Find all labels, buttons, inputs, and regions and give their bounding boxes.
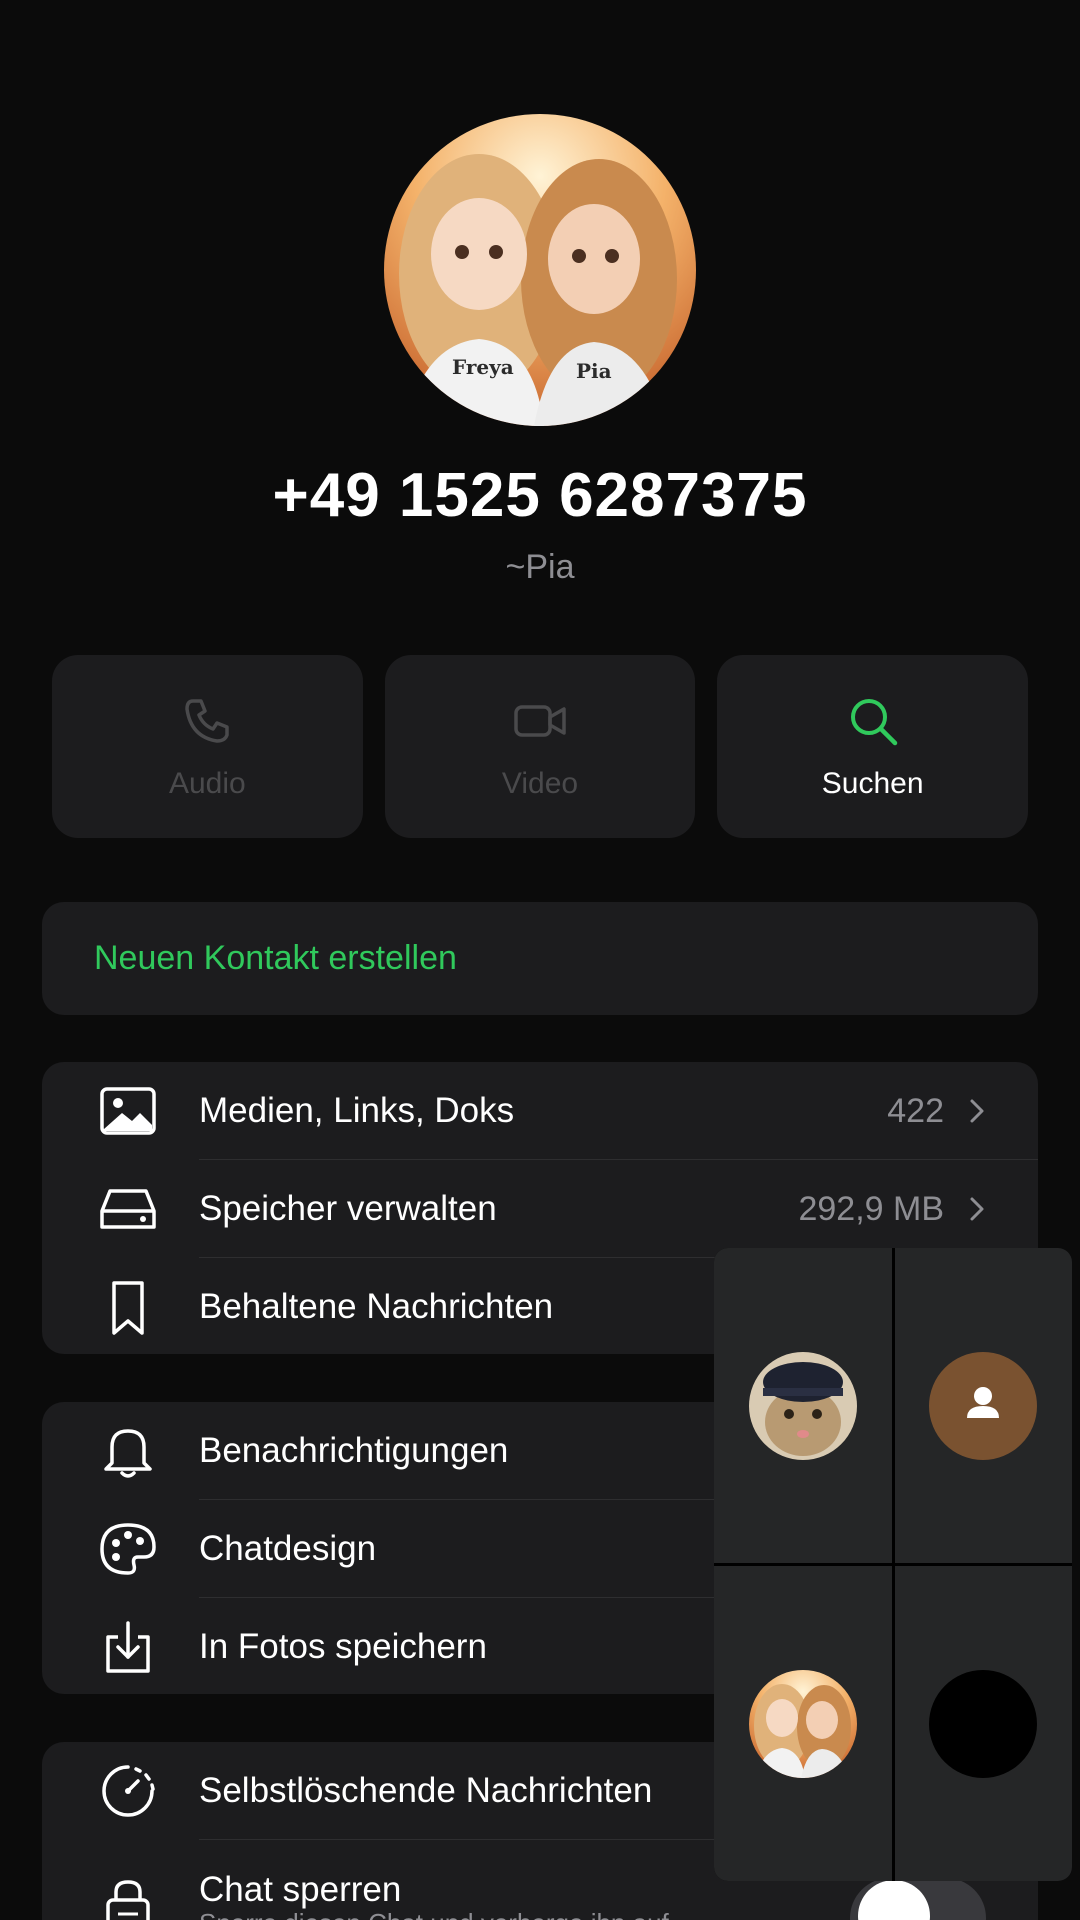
participant-avatar-placeholder bbox=[929, 1351, 1038, 1460]
audio-call-label: Audio bbox=[168, 766, 246, 800]
avatar-shirt-text-freya: Freya bbox=[452, 355, 514, 379]
chevron-right-icon bbox=[970, 1197, 984, 1221]
storage-size: 292,9 MB bbox=[798, 1189, 944, 1228]
manage-storage-row[interactable]: Speicher verwalten 292,9 MB bbox=[42, 1160, 1038, 1258]
palette-icon bbox=[100, 1523, 156, 1575]
action-buttons: Audio Video Suchen bbox=[52, 655, 1029, 838]
search-label: Suchen bbox=[821, 766, 924, 800]
phone-icon bbox=[185, 698, 230, 743]
video-call-label: Video bbox=[501, 766, 579, 800]
lock-icon bbox=[106, 1880, 150, 1920]
participant-avatar-black bbox=[929, 1669, 1038, 1778]
create-contact-button[interactable]: Neuen Kontakt erstellen bbox=[42, 902, 1038, 1015]
search-button[interactable]: Suchen bbox=[717, 655, 1029, 838]
participant-avatar-pia bbox=[748, 1669, 857, 1778]
bookmark-icon bbox=[112, 1281, 144, 1335]
timer-icon bbox=[102, 1765, 155, 1817]
audio-call-button[interactable]: Audio bbox=[52, 655, 363, 838]
kept-messages-label: Behaltene Nachrichten bbox=[199, 1287, 554, 1326]
video-camera-icon bbox=[514, 704, 566, 737]
chevron-right-icon bbox=[970, 1099, 984, 1123]
participant-avatar-cat bbox=[748, 1351, 857, 1460]
call-participants-overlay[interactable] bbox=[714, 1248, 1072, 1881]
save-to-photos-label: In Fotos speichern bbox=[199, 1627, 487, 1666]
create-contact-label: Neuen Kontakt erstellen bbox=[94, 939, 457, 977]
search-icon bbox=[850, 698, 897, 745]
media-count: 422 bbox=[887, 1091, 944, 1130]
participant-tile[interactable] bbox=[714, 1566, 892, 1881]
save-to-photos-icon bbox=[106, 1621, 150, 1673]
avatar-shirt-text-pia: Pia bbox=[576, 359, 612, 383]
participant-tile[interactable] bbox=[894, 1248, 1072, 1563]
pia-avatar-image bbox=[748, 1669, 857, 1778]
manage-storage-label: Speicher verwalten bbox=[199, 1189, 497, 1228]
bell-icon bbox=[104, 1429, 152, 1478]
lock-chat-sublabel: Sperre diesen Chat und verberge ihn auf bbox=[199, 1908, 669, 1920]
image-icon bbox=[100, 1087, 156, 1135]
chat-design-label: Chatdesign bbox=[199, 1529, 377, 1568]
person-icon bbox=[967, 1386, 1000, 1418]
storage-drive-icon bbox=[100, 1189, 156, 1229]
participant-tile[interactable] bbox=[714, 1248, 892, 1563]
cat-avatar-image bbox=[748, 1351, 857, 1460]
media-links-docs-row[interactable]: Medien, Links, Doks 422 bbox=[42, 1062, 1038, 1160]
avatar-image: Freya Pia bbox=[384, 114, 696, 426]
media-links-docs-label: Medien, Links, Doks bbox=[199, 1091, 515, 1130]
notifications-label: Benachrichtigungen bbox=[199, 1431, 509, 1470]
contact-phone-number: +49 1525 6287375 bbox=[272, 461, 808, 530]
lock-chat-label: Chat sperren bbox=[199, 1870, 402, 1909]
contact-alias: ~Pia bbox=[505, 548, 575, 586]
profile-avatar[interactable]: Freya Pia bbox=[384, 114, 696, 426]
video-call-button[interactable]: Video bbox=[384, 655, 696, 838]
participant-tile[interactable] bbox=[894, 1566, 1072, 1881]
contact-info-screen: Freya Pia +49 1525 6287375 ~Pia Audio Vi… bbox=[0, 0, 1080, 1920]
disappearing-messages-label: Selbstlöschende Nachrichten bbox=[199, 1771, 653, 1810]
